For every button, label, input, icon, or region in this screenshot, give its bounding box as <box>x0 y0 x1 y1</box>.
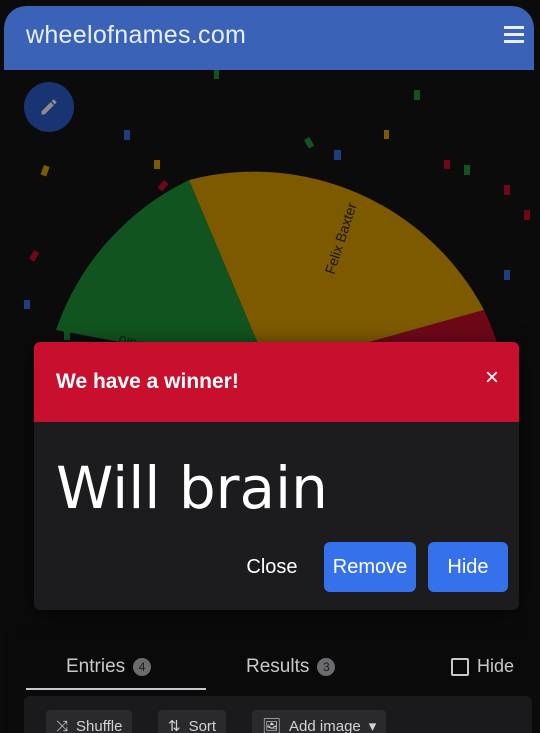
sort-label: Sort <box>188 717 217 733</box>
remove-button[interactable]: Remove <box>324 542 416 592</box>
entries-toolbar: ⤨ Shuffle ⇅ Sort 🖼 Add image ▾ <box>24 696 532 733</box>
tab-results[interactable]: Results 3 <box>246 656 336 678</box>
shuffle-icon: ⤨ <box>56 717 69 733</box>
chevron-down-icon: ▾ <box>368 718 377 733</box>
hamburger-menu-icon[interactable] <box>504 26 524 46</box>
site-title[interactable]: wheelofnames.com <box>26 21 246 50</box>
add-image-button[interactable]: 🖼 Add image ▾ <box>252 710 387 733</box>
tab-entries-label: Entries <box>66 656 126 677</box>
winner-name: Will brain <box>56 454 328 522</box>
winner-banner: We have a winner! × <box>34 342 519 422</box>
active-tab-indicator <box>26 688 206 690</box>
entries-count-badge: 4 <box>133 658 152 676</box>
hide-checkbox[interactable]: Hide <box>450 656 514 677</box>
hide-button[interactable]: Hide <box>428 542 508 592</box>
shuffle-button[interactable]: ⤨ Shuffle <box>46 710 133 733</box>
dialog-title: We have a winner! <box>56 370 239 393</box>
add-image-label: Add image <box>289 717 361 733</box>
image-icon: 🖼 <box>262 718 282 733</box>
shuffle-label: Shuffle <box>76 717 123 733</box>
winner-dialog: We have a winner! × Will brain Close Rem… <box>34 342 519 610</box>
tab-entries[interactable]: Entries 4 <box>66 656 152 678</box>
hide-checkbox-label: Hide <box>476 656 514 676</box>
checkbox-icon <box>450 657 469 676</box>
sort-button[interactable]: ⇅ Sort <box>158 710 227 733</box>
results-count-badge: 3 <box>317 658 336 676</box>
close-icon[interactable]: × <box>485 364 499 392</box>
sort-icon: ⇅ <box>168 718 181 733</box>
top-app-bar: wheelofnames.com <box>4 6 534 70</box>
tab-results-label: Results <box>246 656 310 677</box>
close-button[interactable]: Close <box>232 542 312 592</box>
app-frame: wheelofnames.com Felix Baxter We have a … <box>4 6 534 733</box>
